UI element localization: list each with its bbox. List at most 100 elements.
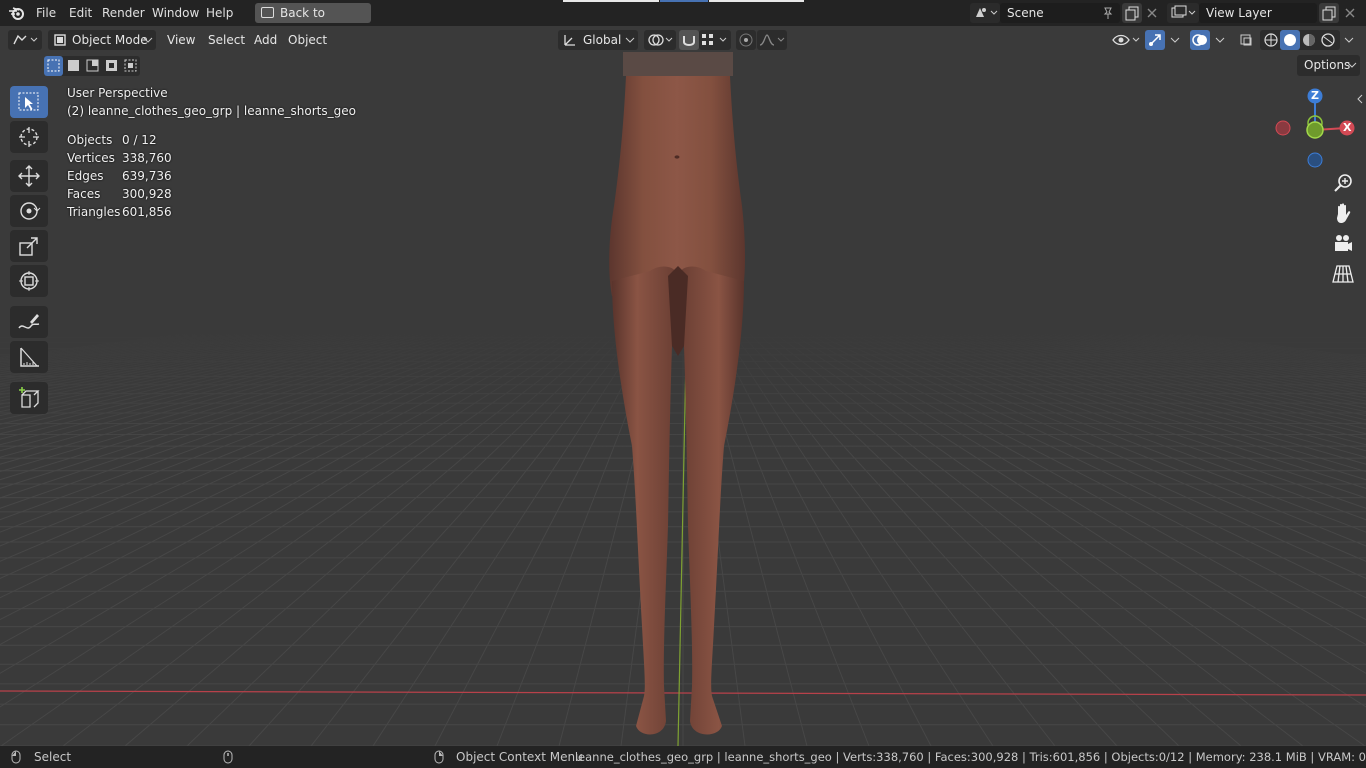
transform-tool[interactable] (10, 265, 48, 297)
menu-add[interactable]: Add (248, 30, 283, 50)
select-subtract-icon[interactable] (83, 56, 102, 76)
status-scene-info: leanne_clothes_geo_grp | leanne_shorts_g… (574, 750, 1366, 764)
snap-target-icon[interactable] (699, 30, 731, 50)
mouse-middle-icon (223, 750, 233, 764)
stat-key: Triangles (67, 205, 121, 219)
stat-value: 300,928 (122, 187, 172, 201)
gizmo-options-icon[interactable] (1166, 30, 1184, 50)
proportional-falloff-icon[interactable] (757, 30, 787, 50)
shading-options-icon[interactable] (1340, 30, 1358, 50)
select-box-icon (18, 92, 39, 111)
object-mode-dropdown[interactable]: Object Mode (48, 30, 156, 50)
3d-viewport[interactable]: Object Mode View Select Add Object Globa… (0, 26, 1366, 746)
gizmo-z-label: Z (1311, 89, 1319, 102)
scale-icon (19, 237, 38, 256)
mouse-left-icon (11, 750, 21, 764)
stat-key: Vertices (67, 151, 115, 165)
menu-view[interactable]: View (161, 30, 201, 50)
transform-icon (19, 271, 39, 291)
annotate-tool[interactable] (10, 306, 48, 338)
new-scene-icon[interactable] (1122, 3, 1142, 23)
menu-edit[interactable]: Edit (63, 3, 98, 23)
view-layer-name-field[interactable]: View Layer (1199, 3, 1317, 23)
transform-orientation-label: Global (583, 33, 622, 47)
top-bar: File Edit Render Window Help Back to Pre… (0, 0, 1366, 40)
measure-icon (20, 347, 39, 367)
workspace-tab-indicator-2[interactable] (709, 0, 804, 2)
cursor-icon (19, 127, 39, 147)
stat-value: 0 / 12 (122, 133, 157, 147)
navigation-gizmo[interactable]: Z X (1270, 86, 1360, 176)
proportional-edit-icon[interactable] (736, 30, 756, 50)
menu-render[interactable]: Render (96, 3, 151, 23)
back-to-previous-button[interactable]: Back to Previous (255, 3, 371, 40)
select-extend-icon[interactable] (64, 56, 83, 76)
options-label: Options (1304, 58, 1351, 72)
object-mode-label: Object Mode (72, 33, 148, 47)
zoom-icon[interactable] (1331, 171, 1355, 195)
snap-toggle-icon[interactable] (679, 30, 699, 50)
active-object-label: (2) leanne_clothes_geo_grp | leanne_shor… (67, 104, 356, 118)
add-cube-tool[interactable] (10, 382, 48, 414)
delete-scene-icon[interactable] (1143, 3, 1161, 23)
stat-key: Edges (67, 169, 104, 183)
object-mode-icon (54, 34, 66, 46)
gizmo-x-label: X (1343, 121, 1352, 134)
shading-mode-group[interactable] (1260, 30, 1340, 50)
view-layer-browse-button[interactable] (1167, 3, 1199, 23)
menu-help[interactable]: Help (200, 3, 239, 23)
workspace-tab-indicator[interactable] (563, 0, 659, 2)
visibility-icon[interactable] (1110, 30, 1142, 50)
chevron-down-icon (625, 37, 635, 43)
overlays-toggle-icon[interactable] (1190, 30, 1210, 50)
chevron-down-icon (1347, 62, 1357, 68)
menu-window[interactable]: Window (146, 3, 205, 23)
editor-type-button[interactable] (8, 30, 42, 50)
menu-select[interactable]: Select (202, 30, 251, 50)
add-cube-icon (19, 387, 40, 408)
stat-value: 601,856 (122, 205, 172, 219)
rotate-icon (20, 202, 41, 220)
stat-value: 338,760 (122, 151, 172, 165)
select-new-icon[interactable] (44, 56, 63, 76)
gizmo-toggle-icon[interactable] (1145, 30, 1165, 50)
select-intersect-icon[interactable] (121, 56, 140, 76)
menu-file[interactable]: File (30, 3, 62, 23)
stat-value: 639,736 (122, 169, 172, 183)
screen-icon (261, 7, 274, 18)
pin-icon[interactable] (1101, 6, 1115, 20)
selection-mode-group[interactable] (44, 56, 140, 76)
select-invert-icon[interactable] (102, 56, 121, 76)
scene-browse-button[interactable] (970, 3, 1000, 23)
status-select-hint: Select (34, 750, 72, 764)
perspective-toggle-icon[interactable] (1331, 262, 1355, 286)
perspective-label: User Perspective (67, 86, 168, 100)
options-dropdown[interactable]: Options (1297, 55, 1360, 76)
rotate-tool[interactable] (10, 195, 48, 227)
pan-hand-icon[interactable] (1331, 201, 1355, 225)
mouse-right-icon (434, 750, 444, 764)
status-bar: Select Object Context Menu leanne_clothe… (0, 746, 1366, 768)
annotate-icon (18, 314, 40, 329)
blender-logo-icon[interactable] (8, 5, 26, 21)
measure-tool[interactable] (10, 341, 48, 373)
overlays-options-icon[interactable] (1211, 30, 1229, 50)
pivot-point-icon[interactable] (644, 30, 676, 50)
camera-view-icon[interactable] (1331, 231, 1355, 255)
chevron-down-icon (143, 37, 153, 43)
delete-view-layer-icon[interactable] (1341, 3, 1359, 23)
viewport-grid (0, 26, 1366, 746)
orientation-icon (564, 35, 575, 46)
transform-orientation-dropdown[interactable]: Global (558, 30, 638, 50)
workspace-tab-active-indicator[interactable] (660, 0, 708, 2)
xray-toggle-icon[interactable] (1236, 30, 1256, 50)
status-context-menu-hint: Object Context Menu (456, 750, 583, 764)
new-view-layer-icon[interactable] (1319, 3, 1339, 23)
cursor-tool[interactable] (10, 121, 48, 153)
scale-tool[interactable] (10, 230, 48, 262)
menu-object[interactable]: Object (282, 30, 333, 50)
stat-key: Objects (67, 133, 113, 147)
move-icon (18, 165, 40, 187)
move-tool[interactable] (10, 160, 48, 192)
select-box-tool[interactable] (10, 86, 48, 118)
